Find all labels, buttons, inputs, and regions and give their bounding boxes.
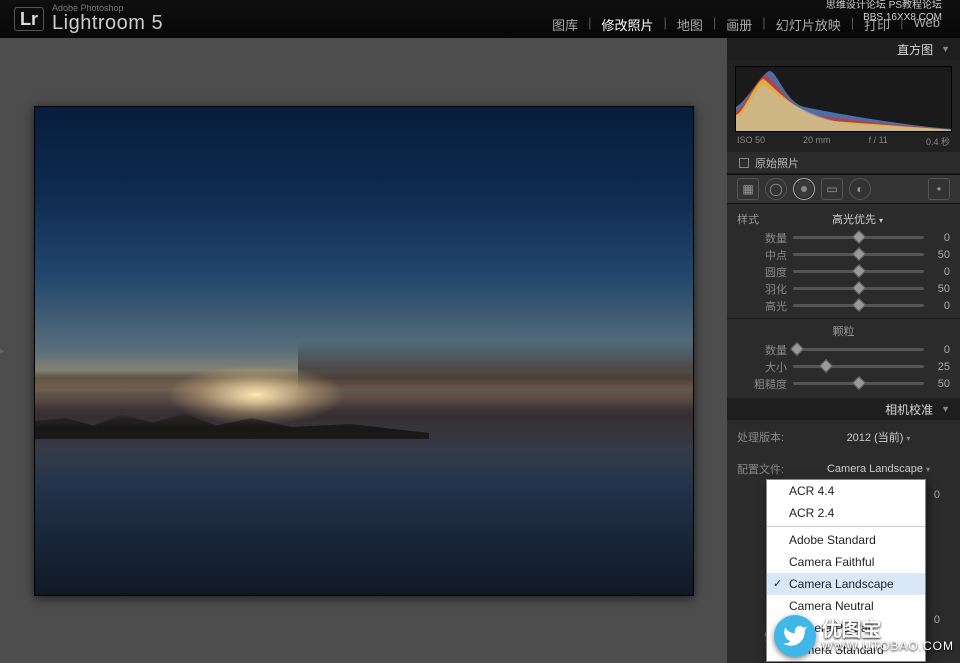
vignette-row-4: 高光 0	[737, 297, 950, 314]
grain-value-0: 0	[930, 344, 950, 356]
panel-header-histogram[interactable]: 直方图▼	[727, 38, 960, 60]
app-topbar: Lr Adobe Photoshop Lightroom 5 思维设计论坛 PS…	[0, 0, 960, 38]
local-tool-strip: ▦ ◯ ▭ ◐ •	[727, 174, 960, 204]
checkbox-icon	[739, 158, 749, 168]
vignette-slider-0[interactable]	[793, 236, 924, 239]
grain-slider-2[interactable]	[793, 382, 924, 385]
profile-option-2[interactable]: Adobe Standard	[767, 529, 925, 551]
redeye-tool[interactable]	[793, 178, 815, 200]
histogram-meta: ISO 50 20 mm f / 11 0.4 秒	[737, 135, 950, 148]
chevron-down-icon: ▼	[941, 44, 950, 54]
vignette-row-2: 圆度 0	[737, 263, 950, 280]
grain-label-1: 大小	[737, 359, 787, 375]
watermark-bottom-right: 优图宝 WWW.UTOBAO.COM	[774, 615, 954, 657]
vignette-value-3: 50	[930, 283, 950, 295]
grad-tool[interactable]: ▭	[821, 178, 843, 200]
grain-label-2: 粗糙度	[737, 376, 787, 392]
vignette-label-0: 数量	[737, 230, 787, 246]
grain-header: 颗粒	[737, 323, 950, 339]
profile-option-5[interactable]: Camera Neutral	[767, 595, 925, 617]
grain-row-2: 粗糙度 50	[737, 375, 950, 392]
histogram[interactable]: ▲ ▲ ISO 50 20 mm f / 11 0.4 秒	[727, 60, 960, 152]
vignette-row-3: 羽化 50	[737, 280, 950, 297]
vignette-row-1: 中点 50	[737, 246, 950, 263]
profile-option-3[interactable]: Camera Faithful	[767, 551, 925, 573]
module-tab-5[interactable]: 打印	[854, 15, 900, 34]
left-panel-handle[interactable]: ▸	[0, 345, 5, 356]
grain-label-0: 数量	[737, 342, 787, 358]
vignette-label-3: 羽化	[737, 281, 787, 297]
vignette-value-4: 0	[930, 300, 950, 312]
grain-value-1: 25	[930, 361, 950, 373]
vignette-panel: 样式 高光优先 ▾ 数量0中点50圆度0羽化50高光0 颗粒 数量0大小25粗糙…	[727, 204, 960, 398]
module-tab-4[interactable]: 幻灯片放映	[766, 15, 851, 34]
module-tab-6[interactable]: Web	[904, 15, 951, 34]
vignette-slider-4[interactable]	[793, 304, 924, 307]
profile-option-1[interactable]: ACR 2.4	[767, 502, 925, 524]
grain-row-1: 大小 25	[737, 358, 950, 375]
grain-slider-1[interactable]	[793, 365, 924, 368]
vignette-label-2: 圆度	[737, 264, 787, 280]
module-tab-2[interactable]: 地图	[667, 15, 713, 34]
logo-badge: Lr	[14, 7, 44, 31]
grain-row-0: 数量 0	[737, 341, 950, 358]
original-photo-toggle[interactable]: 原始照片	[727, 152, 960, 174]
panel-header-calibration[interactable]: 相机校准▼	[727, 398, 960, 420]
profile-option-0[interactable]: ACR 4.4	[767, 480, 925, 502]
module-tab-0[interactable]: 图库	[542, 15, 588, 34]
grain-slider-0[interactable]	[793, 348, 924, 351]
vignette-style-select[interactable]: 高光优先 ▾	[765, 211, 950, 227]
module-tab-3[interactable]: 画册	[716, 15, 762, 34]
vignette-value-0: 0	[930, 232, 950, 244]
grain-value-2: 50	[930, 378, 950, 390]
module-tab-1[interactable]: 修改照片	[591, 15, 663, 34]
brush-tool[interactable]: •	[928, 178, 950, 200]
profile-option-4[interactable]: Camera Landscape	[767, 573, 925, 595]
crop-tool[interactable]: ▦	[737, 178, 759, 200]
main-photo[interactable]	[34, 106, 694, 596]
vignette-label-4: 高光	[737, 298, 787, 314]
vignette-slider-3[interactable]	[793, 287, 924, 290]
vignette-value-2: 0	[930, 266, 950, 278]
vignette-row-0: 数量 0	[737, 229, 950, 246]
bird-icon	[774, 615, 816, 657]
camera-profile-select[interactable]: Camera Landscape▾	[807, 463, 950, 475]
preview-area: ▸	[0, 38, 727, 663]
spot-tool[interactable]: ◯	[765, 178, 787, 200]
logo-text: Adobe Photoshop Lightroom 5	[52, 4, 163, 34]
process-version-select[interactable]: 2012 (当前)▾	[807, 429, 950, 445]
chevron-down-icon: ▼	[941, 404, 950, 414]
module-nav: 图库|修改照片|地图|画册|幻灯片放映|打印|Web	[542, 15, 950, 34]
vignette-label-1: 中点	[737, 247, 787, 263]
radial-tool[interactable]: ◐	[849, 178, 871, 200]
vignette-slider-2[interactable]	[793, 270, 924, 273]
vignette-slider-1[interactable]	[793, 253, 924, 256]
vignette-value-1: 50	[930, 249, 950, 261]
